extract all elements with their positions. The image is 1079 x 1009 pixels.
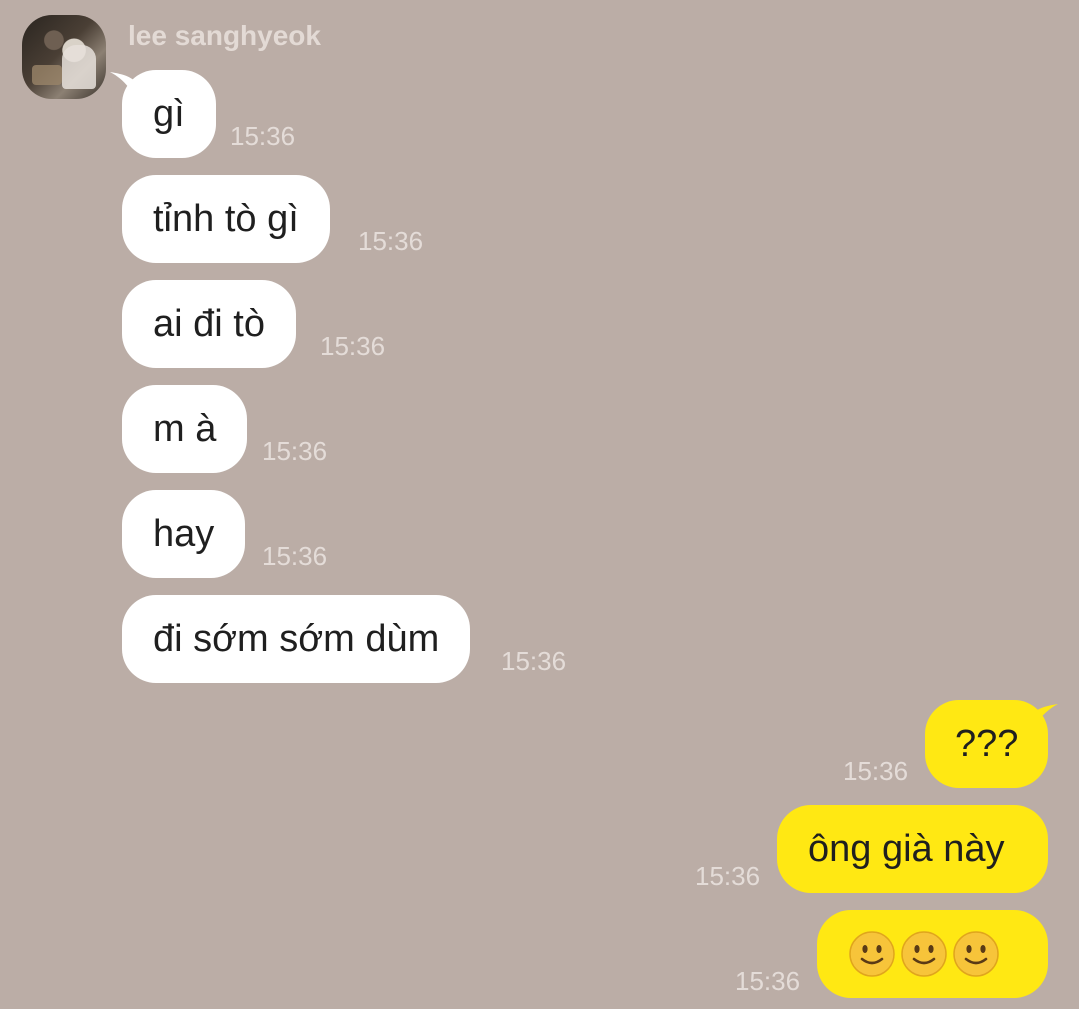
message-timestamp: 15:36 (735, 966, 801, 996)
message-text: đi sớm sớm dùm (153, 617, 440, 660)
incoming-message-bubble[interactable]: hay (122, 490, 246, 578)
message-text: tỉnh tò gì (153, 197, 299, 240)
sender-name[interactable]: lee sanghyeok (128, 20, 321, 52)
outgoing-message-bubble[interactable] (817, 910, 1048, 998)
message-text: ai đi tò (153, 302, 265, 345)
slightly-smiling-face-icon (849, 931, 895, 977)
message-timestamp: 15:36 (262, 436, 328, 466)
incoming-message-bubble[interactable]: m à (122, 385, 248, 473)
message-text: ??? (955, 722, 1019, 765)
emoji-row (848, 930, 1000, 978)
message-text: m à (153, 407, 217, 450)
message-timestamp: 15:36 (358, 226, 424, 256)
incoming-message-bubble[interactable]: ai đi tò (122, 280, 296, 368)
slightly-smiling-face-icon (901, 931, 947, 977)
incoming-message-bubble[interactable]: gì (122, 70, 216, 158)
message-timestamp: 15:36 (843, 756, 909, 786)
incoming-message-bubble[interactable]: tỉnh tò gì (122, 175, 330, 263)
message-text: hay (153, 512, 215, 555)
message-timestamp: 15:36 (230, 121, 296, 151)
message-timestamp: 15:36 (501, 646, 567, 676)
outgoing-message-bubble[interactable]: ông già này (777, 805, 1048, 893)
message-timestamp: 15:36 (320, 331, 386, 361)
avatar-figure (62, 45, 96, 89)
message-timestamp: 15:36 (262, 541, 328, 571)
incoming-message-bubble[interactable]: đi sớm sớm dùm (122, 595, 471, 683)
slightly-smiling-face-icon (953, 931, 999, 977)
avatar-object (32, 65, 62, 85)
message-timestamp: 15:36 (695, 861, 761, 891)
message-text: ông già này (808, 827, 1005, 870)
sender-avatar[interactable] (22, 15, 106, 99)
outgoing-message-bubble[interactable]: ??? (925, 700, 1048, 788)
message-text: gì (153, 92, 185, 135)
